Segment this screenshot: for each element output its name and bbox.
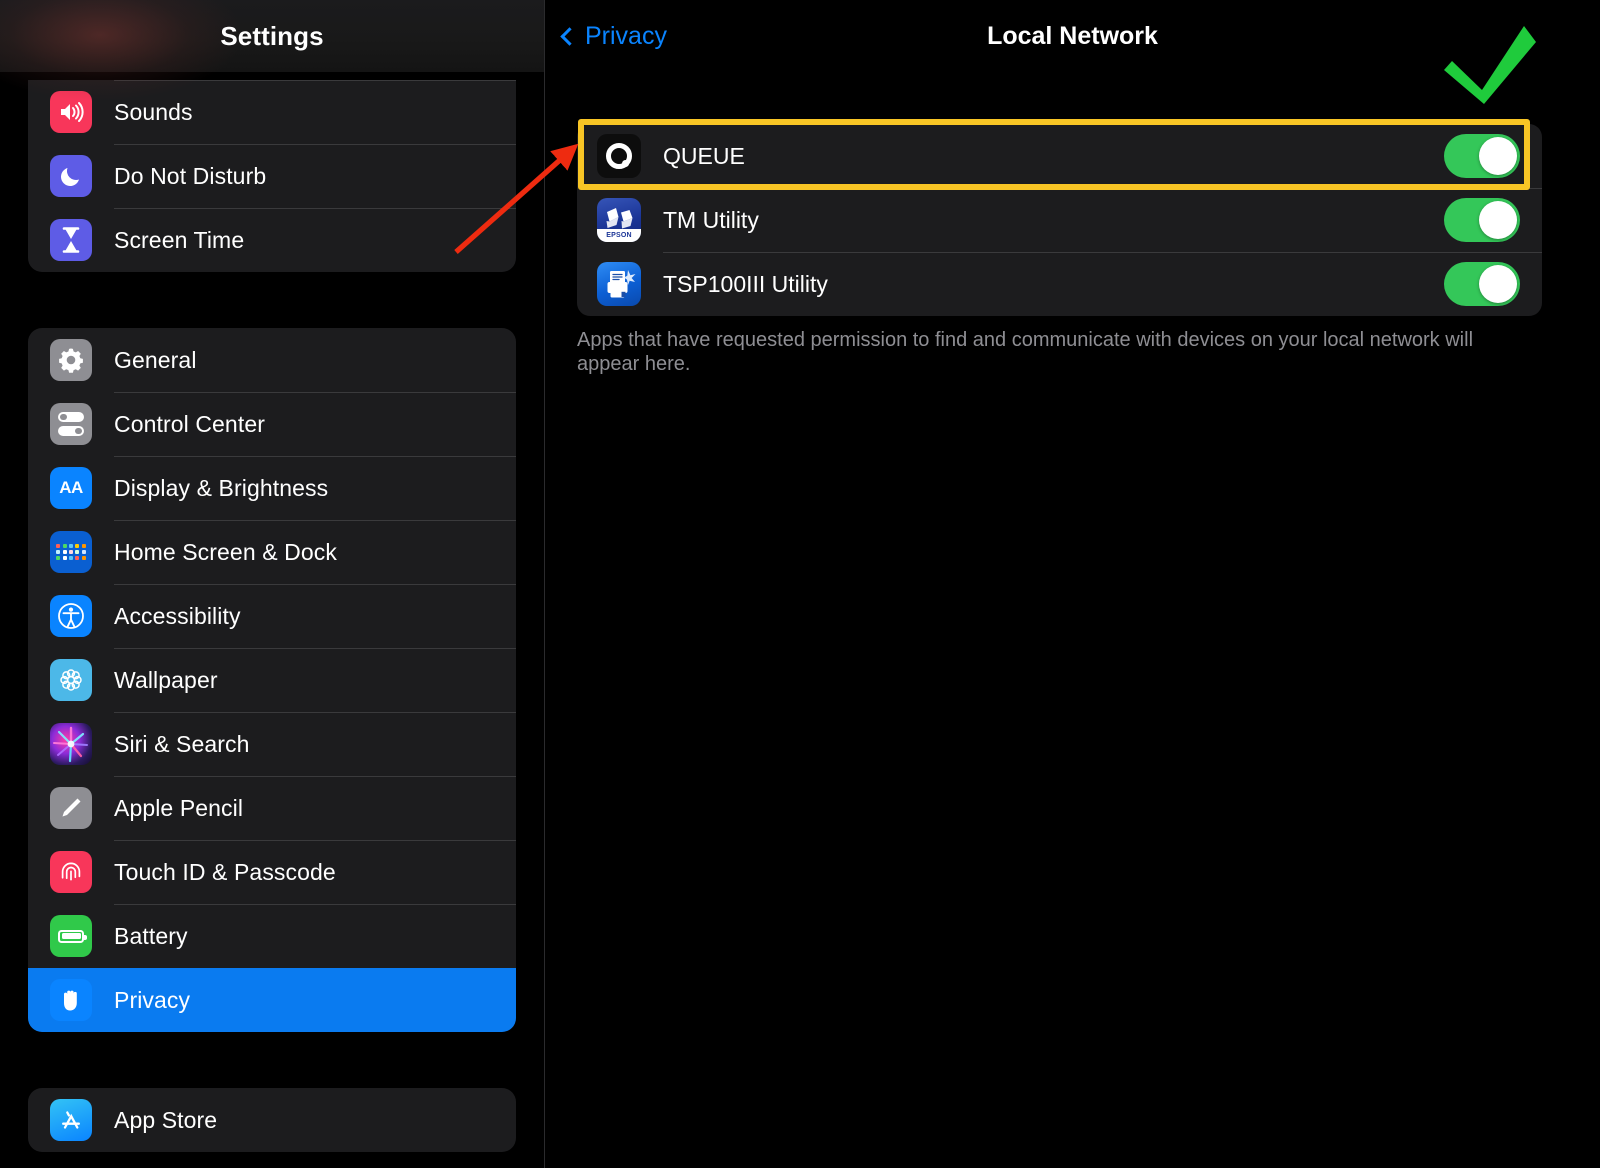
toggles-glyph — [58, 412, 84, 436]
epson-tm-utility-icon: EPSON — [597, 198, 641, 242]
app-store-glyph — [62, 1111, 80, 1129]
sidebar-item-label: App Store — [114, 1106, 218, 1133]
sidebar-group-system: General Control Center AA Display & Brig… — [28, 328, 516, 1032]
app-name-label: QUEUE — [663, 142, 745, 169]
app-name-label: TSP100III Utility — [663, 270, 828, 297]
toggles-icon — [50, 403, 92, 445]
aa-glyph: AA — [59, 478, 83, 497]
sidebar-item-label: Screen Time — [114, 226, 245, 253]
queue-q-glyph — [606, 143, 632, 169]
app-row-tsp100iii-utility[interactable]: TSP100III Utility — [577, 252, 1542, 316]
sidebar-item-label: Display & Brightness — [114, 474, 329, 501]
sidebar-item-touch-id-passcode[interactable]: Touch ID & Passcode — [28, 840, 516, 904]
sidebar-item-display-brightness[interactable]: AA Display & Brightness — [28, 456, 516, 520]
queue-app-icon — [597, 134, 641, 178]
pencil-icon — [50, 787, 92, 829]
battery-glyph — [58, 929, 87, 943]
sidebar-item-label: Sounds — [114, 98, 193, 125]
toggle-tm-utility[interactable] — [1444, 198, 1520, 242]
sidebar-group-stores: App Store — [28, 1088, 516, 1152]
flower-icon — [50, 659, 92, 701]
detail-nav-bar: Privacy Local Network — [545, 0, 1600, 72]
speaker-glyph — [61, 102, 84, 122]
moon-icon — [50, 155, 92, 197]
toggle-knob — [1479, 137, 1517, 175]
sidebar-header: Settings — [0, 0, 544, 100]
detail-title: Local Network — [987, 22, 1158, 50]
printer-star-glyph — [607, 270, 636, 298]
settings-sidebar: Sounds Do Not Disturb Screen Time Genera… — [0, 0, 544, 1168]
toggle-knob — [1479, 265, 1517, 303]
toggle-tsp100iii-utility[interactable] — [1444, 262, 1520, 306]
sidebar-item-control-center[interactable]: Control Center — [28, 392, 516, 456]
epson-wordmark-text: EPSON — [606, 232, 632, 239]
fingerprint-icon — [50, 851, 92, 893]
aa-icon: AA — [50, 467, 92, 509]
app-grid-glyph — [56, 543, 86, 561]
accessibility-icon — [50, 595, 92, 637]
app-row-queue[interactable]: QUEUE — [577, 124, 1542, 188]
sidebar-item-label: Control Center — [114, 410, 265, 437]
hourglass-icon — [50, 219, 92, 261]
hand-icon — [50, 979, 92, 1021]
sidebar-item-label: Wallpaper — [114, 666, 218, 693]
hand-glyph — [64, 990, 77, 1011]
app-name-label: TM Utility — [663, 206, 759, 233]
star-tsp-utility-icon — [597, 262, 641, 306]
sidebar-item-apple-pencil[interactable]: Apple Pencil — [28, 776, 516, 840]
sidebar-item-label: General — [114, 346, 197, 373]
sidebar-item-label: Do Not Disturb — [114, 162, 267, 189]
sidebar-item-siri-search[interactable]: Siri & Search — [28, 712, 516, 776]
flower-glyph — [60, 669, 82, 691]
sidebar-item-screen-time[interactable]: Screen Time — [28, 208, 516, 272]
sidebar-item-battery[interactable]: Battery — [28, 904, 516, 968]
local-network-detail-panel: Privacy Local Network QUEUE EPSON TM Uti… — [545, 0, 1600, 1168]
sidebar-item-app-store[interactable]: App Store — [28, 1088, 516, 1152]
accessibility-glyph — [58, 603, 84, 629]
speaker-icon — [50, 91, 92, 133]
gear-glyph — [59, 348, 83, 373]
fingerprint-glyph — [61, 862, 81, 881]
sidebar-item-label: Apple Pencil — [114, 794, 244, 821]
sidebar-item-do-not-disturb[interactable]: Do Not Disturb — [28, 144, 516, 208]
sidebar-item-accessibility[interactable]: Accessibility — [28, 584, 516, 648]
sidebar-item-privacy[interactable]: Privacy — [28, 968, 516, 1032]
siri-icon — [50, 723, 92, 765]
sidebar-item-label: Touch ID & Passcode — [114, 858, 336, 885]
sidebar-item-label: Battery — [114, 922, 188, 949]
sidebar-item-wallpaper[interactable]: Wallpaper — [28, 648, 516, 712]
toggle-knob — [1479, 201, 1517, 239]
local-network-app-list: QUEUE EPSON TM Utility TSP100III Utility — [577, 124, 1542, 316]
sidebar-scroll-area[interactable]: Sounds Do Not Disturb Screen Time Genera… — [0, 72, 544, 1168]
app-row-tm-utility[interactable]: EPSON TM Utility — [577, 188, 1542, 252]
app-store-icon — [50, 1099, 92, 1141]
sidebar-item-label: Siri & Search — [114, 730, 250, 757]
sidebar-group-notifications: Sounds Do Not Disturb Screen Time — [28, 80, 516, 272]
sidebar-item-label: Home Screen & Dock — [114, 538, 337, 565]
sidebar-item-general[interactable]: General — [28, 328, 516, 392]
siri-glyph — [53, 726, 88, 763]
sidebar-item-sounds[interactable]: Sounds — [28, 80, 516, 144]
app-grid-icon — [50, 531, 92, 573]
battery-icon — [50, 915, 92, 957]
toggle-queue[interactable] — [1444, 134, 1520, 178]
moon-glyph — [61, 168, 79, 186]
gear-icon — [50, 339, 92, 381]
sidebar-item-home-screen-dock[interactable]: Home Screen & Dock — [28, 520, 516, 584]
page-title: Settings — [220, 21, 324, 51]
hourglass-glyph — [62, 227, 80, 253]
local-network-footer-note: Apps that have requested permission to f… — [577, 329, 1474, 376]
epson-wordmark: EPSON — [597, 229, 641, 242]
sidebar-item-label: Privacy — [114, 986, 191, 1013]
pencil-glyph — [62, 798, 81, 817]
ipad-settings-screen: Sounds Do Not Disturb Screen Time Genera… — [0, 0, 1600, 1168]
sidebar-item-label: Accessibility — [114, 602, 241, 629]
